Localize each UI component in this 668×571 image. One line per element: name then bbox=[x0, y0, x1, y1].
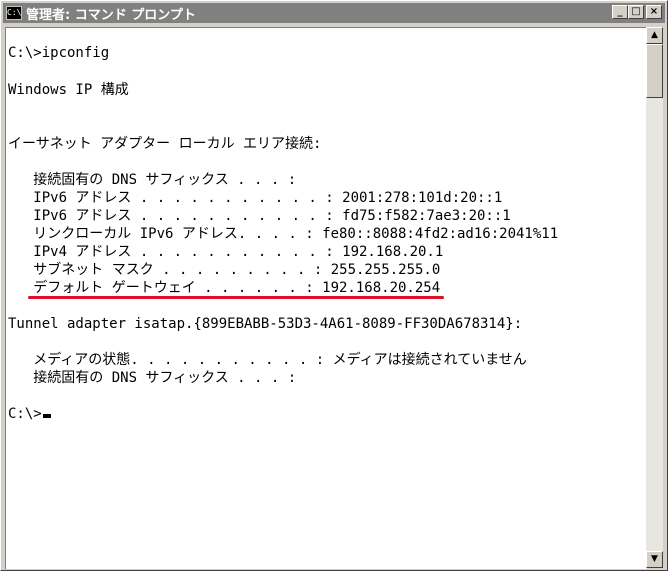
command-prompt-window: C:\ 管理者: コマンド プロンプト _ □ × C:\>ipconfig W… bbox=[0, 0, 668, 571]
console-line-adapter: イーサネット アダプター ローカル エリア接続: bbox=[8, 136, 322, 152]
window-title: 管理者: コマンド プロンプト bbox=[26, 7, 196, 23]
console-line-tunnel-dns: 接続固有の DNS サフィックス . . . : bbox=[8, 370, 297, 386]
console-line-ipv4: IPv4 アドレス . . . . . . . . . . . : 192.16… bbox=[8, 244, 444, 260]
vertical-scrollbar[interactable]: ▲ ▼ bbox=[646, 27, 663, 568]
console-line-header: Windows IP 構成 bbox=[8, 82, 129, 98]
title-bar[interactable]: C:\ 管理者: コマンド プロンプト _ □ × bbox=[3, 3, 665, 23]
console-line-dns-suffix: 接続固有の DNS サフィックス . . . : bbox=[8, 172, 297, 188]
console-line-ipv6-2: IPv6 アドレス . . . . . . . . . . . : fd75:f… bbox=[8, 208, 511, 224]
text-cursor bbox=[42, 414, 51, 418]
console-line-ipv6-1: IPv6 アドレス . . . . . . . . . . . : 2001:2… bbox=[8, 190, 503, 206]
caption-buttons: _ □ × bbox=[612, 5, 662, 19]
close-button[interactable]: × bbox=[646, 5, 662, 19]
console-line-tunnel: Tunnel adapter isatap.{899EBABB-53D3-4A6… bbox=[8, 316, 523, 332]
scroll-thumb[interactable] bbox=[646, 44, 663, 98]
cmd-window-icon[interactable]: C:\ bbox=[6, 6, 22, 20]
minimize-button[interactable]: _ bbox=[612, 5, 628, 19]
scroll-up-button[interactable]: ▲ bbox=[646, 27, 663, 44]
prompt-text: C:\> bbox=[8, 406, 42, 422]
console-line-gateway: デフォルト ゲートウェイ . . . . . . : 192.168.20.25… bbox=[8, 280, 441, 296]
console-line-link-local: リンクローカル IPv6 アドレス. . . . : fe80::8088:4f… bbox=[8, 226, 559, 242]
gateway-highlight-underline bbox=[28, 296, 444, 299]
console-output[interactable]: C:\>ipconfig Windows IP 構成 イーサネット アダプター … bbox=[5, 27, 647, 569]
maximize-button[interactable]: □ bbox=[628, 5, 644, 19]
console-line-prompt: C:\> bbox=[8, 405, 51, 423]
console-line-command: C:\>ipconfig bbox=[8, 45, 110, 61]
console-line-media-state: メディアの状態. . . . . . . . . . . : メディアは接続され… bbox=[8, 352, 527, 368]
console-line-subnet: サブネット マスク . . . . . . . . . : 255.255.25… bbox=[8, 262, 441, 278]
scroll-down-button[interactable]: ▼ bbox=[646, 551, 663, 568]
